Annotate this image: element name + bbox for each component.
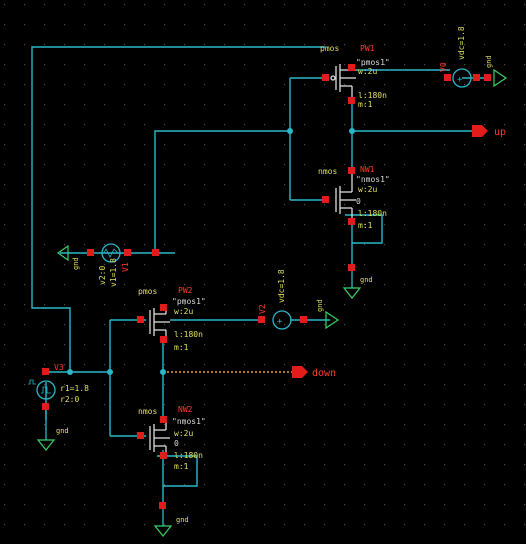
pw1-model: pmos — [320, 44, 339, 53]
junction-dot — [67, 369, 73, 375]
junction-dot — [160, 369, 166, 375]
nw1-name: NW1 — [360, 165, 375, 174]
pw1-cell: "pmos1" — [356, 58, 390, 67]
v3-r1: r1=1.8 — [60, 384, 89, 393]
v0-value: vdc=1.8 — [457, 26, 466, 60]
svg-text:+: + — [457, 75, 463, 85]
nw1-cell: "nmos1" — [356, 175, 390, 184]
v3-r2: r2:0 — [60, 395, 79, 404]
v2-value: vdc=1.8 — [277, 269, 286, 303]
pw2-mult: m:1 — [174, 343, 189, 352]
pw1-length: l:180n — [358, 91, 387, 100]
nw1-zero: 0 — [356, 197, 361, 206]
nw2-length: l:180n — [174, 451, 203, 460]
pw1-mult: m:1 — [358, 100, 373, 109]
schematic-canvas[interactable]: pmos PW1 "pmos1" w:2u l:180n m:1 nmos NW… — [0, 0, 526, 544]
pin-down[interactable]: down — [292, 366, 336, 379]
nw2-zero: 0 — [174, 439, 179, 448]
junction-dot — [107, 369, 113, 375]
v0-pin: V0 — [439, 62, 448, 72]
pw2-width: w:2u — [174, 307, 193, 316]
gnd-label-v1: gnd — [72, 257, 80, 270]
down-label: down — [312, 368, 336, 379]
schematic-svg: pmos PW1 "pmos1" w:2u l:180n m:1 nmos NW… — [0, 0, 526, 544]
up-label: up — [494, 127, 506, 138]
pw1-width: w:2u — [358, 67, 377, 76]
v3-name: V3 — [54, 363, 64, 372]
v1-pin: V1 — [121, 262, 130, 272]
svg-text:+: + — [277, 317, 283, 327]
nw1-length: l:180n — [358, 209, 387, 218]
gnd-label-v2: gnd — [316, 299, 324, 312]
nw2-width: w:2u — [174, 429, 193, 438]
gnd-label-v3: gnd — [56, 427, 69, 435]
nw2-name: NW2 — [178, 405, 193, 414]
pw2-model: pmos — [138, 287, 157, 296]
v1-v1: v1=1.8 — [109, 258, 118, 287]
gnd-label-nw1: gnd — [360, 276, 373, 284]
gnd-label-nw2: gnd — [176, 516, 189, 524]
nw1-width: w:2u — [358, 185, 377, 194]
nw2-mult: m:1 — [174, 462, 189, 471]
grid-background — [0, 0, 526, 544]
junction-dot — [287, 128, 293, 134]
pw2-cell: "pmos1" — [172, 297, 206, 306]
pw2-name: PW2 — [178, 286, 193, 295]
v1-v2: v2:0 — [98, 266, 107, 285]
v2-pin: V2 — [258, 304, 267, 314]
junction-dot — [349, 128, 355, 134]
gnd-label-v0: gnd — [485, 55, 493, 68]
pw2-length: l:180n — [174, 330, 203, 339]
nw2-model: nmos — [138, 407, 157, 416]
pw1-name: PW1 — [360, 44, 375, 53]
nw2-cell: "nmos1" — [172, 417, 206, 426]
nw1-mult: m:1 — [358, 221, 373, 230]
nw1-model: nmos — [318, 167, 337, 176]
